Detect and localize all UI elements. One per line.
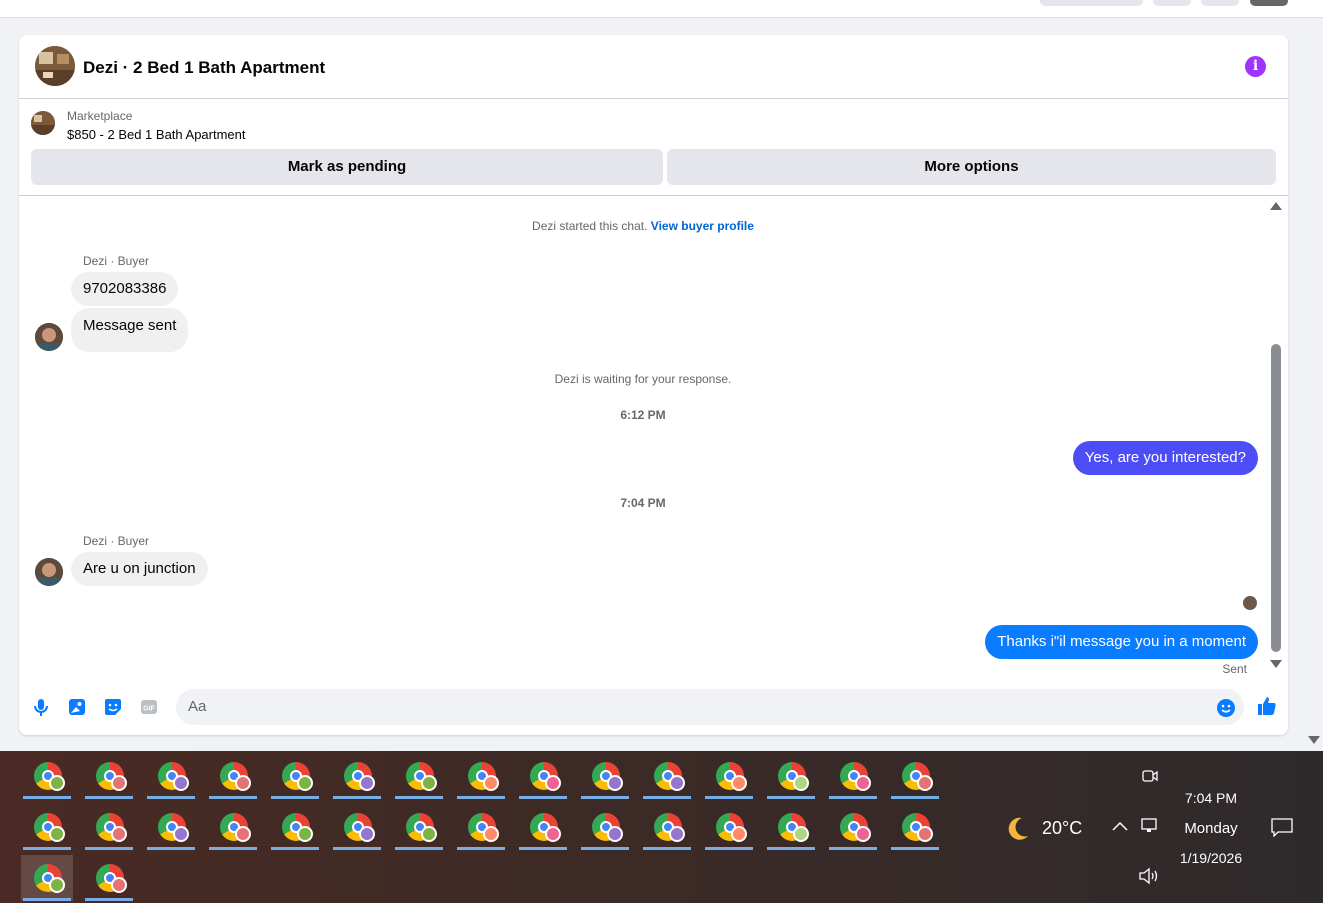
chrome-taskbar-icon[interactable] (21, 804, 73, 850)
microphone-icon[interactable] (31, 697, 51, 717)
network-icon[interactable] (1140, 817, 1160, 835)
notifications-icon[interactable] (1270, 817, 1294, 838)
info-icon[interactable]: i (1245, 56, 1266, 77)
chrome-taskbar-icon[interactable] (145, 804, 197, 850)
composer: GIF Aa (19, 681, 1288, 735)
meet-now-icon[interactable] (1140, 767, 1160, 785)
chrome-taskbar-icon[interactable] (517, 753, 569, 799)
chrome-taskbar-icon[interactable] (21, 753, 73, 799)
clock-day[interactable]: Monday (1170, 820, 1252, 837)
chrome-taskbar-icon[interactable] (889, 753, 941, 799)
sender-label: Dezi · Buyer (83, 254, 150, 268)
chrome-taskbar-icon[interactable] (331, 804, 383, 850)
sticker-icon[interactable] (103, 697, 123, 717)
chat-header: Dezi · 2 Bed 1 Bath Apartment i (19, 35, 1288, 99)
emoji-icon[interactable] (1216, 698, 1236, 718)
chrome-taskbar-icon[interactable] (641, 753, 693, 799)
gif-icon[interactable]: GIF (139, 697, 159, 717)
view-buyer-profile-link[interactable]: View buyer profile (651, 219, 754, 233)
chrome-taskbar-icon[interactable] (83, 753, 135, 799)
timestamp: 7:04 PM (620, 496, 666, 510)
clock-time[interactable]: 7:04 PM (1170, 790, 1252, 806)
chrome-taskbar-icon[interactable] (331, 753, 383, 799)
incoming-message[interactable]: Message sent (71, 308, 189, 352)
chat-window: Dezi · 2 Bed 1 Bath Apartment i Marketpl… (19, 35, 1288, 735)
nav-circle-button[interactable] (1201, 0, 1239, 6)
sent-status: Sent (1222, 662, 1247, 676)
chrome-taskbar-icon[interactable] (703, 753, 755, 799)
chrome-taskbar-icon[interactable] (579, 753, 631, 799)
nav-pill[interactable] (1040, 0, 1143, 6)
scroll-down-icon[interactable] (1270, 660, 1282, 668)
account-avatar[interactable] (1250, 0, 1288, 6)
volume-icon[interactable] (1138, 867, 1160, 885)
chrome-taskbar-icon[interactable] (517, 804, 569, 850)
nav-circle-button[interactable] (1153, 0, 1191, 6)
scroll-up-icon[interactable] (1270, 202, 1282, 210)
incoming-message[interactable]: Are u on junction (71, 552, 208, 586)
chrome-taskbar-icon[interactable] (765, 753, 817, 799)
chrome-taskbar-icon[interactable] (83, 804, 135, 850)
weather-temp[interactable]: 20°C (1042, 818, 1082, 839)
chrome-taskbar-icon[interactable] (455, 804, 507, 850)
message-scrollbar[interactable] (1267, 196, 1288, 676)
moon-weather-icon (1002, 814, 1032, 844)
read-receipt-avatar (1243, 596, 1257, 610)
scrollbar-thumb[interactable] (1271, 344, 1281, 652)
chrome-taskbar-icon[interactable] (765, 804, 817, 850)
message-list: Dezi started this chat. View buyer profi… (19, 196, 1267, 676)
outgoing-message[interactable]: Yes, are you interested? (1072, 441, 1258, 475)
chrome-taskbar-icon[interactable] (269, 804, 321, 850)
chevron-up-icon[interactable] (1112, 819, 1128, 831)
clock-date[interactable]: 1/19/2026 (1170, 850, 1252, 866)
mark-pending-button[interactable]: Mark as pending (31, 149, 663, 185)
chrome-taskbar-icon[interactable] (827, 804, 879, 850)
sender-label: Dezi · Buyer (83, 534, 150, 548)
outgoing-message[interactable]: Thanks i"il message you in a moment (985, 625, 1258, 659)
svg-text:GIF: GIF (143, 706, 155, 713)
more-options-button[interactable]: More options (667, 149, 1276, 185)
chrome-taskbar-icon[interactable] (641, 804, 693, 850)
taskbar: 20°C 7:04 PM Monday 1/19/2026 (0, 751, 1323, 903)
chrome-taskbar-icon[interactable] (393, 804, 445, 850)
listing-avatar[interactable] (35, 46, 75, 86)
chrome-taskbar-icon[interactable] (207, 804, 259, 850)
marketplace-label: Marketplace (67, 109, 133, 123)
page-scroll-down-icon[interactable] (1308, 736, 1320, 744)
listing-panel: Marketplace $850 - 2 Bed 1 Bath Apartmen… (19, 99, 1288, 196)
chrome-taskbar-icon[interactable] (579, 804, 631, 850)
message-input[interactable]: Aa (176, 689, 1244, 725)
listing-title[interactable]: $850 - 2 Bed 1 Bath Apartment (67, 127, 246, 142)
chat-start-notice: Dezi started this chat. View buyer profi… (532, 219, 754, 233)
chrome-taskbar-icon[interactable] (889, 804, 941, 850)
chrome-taskbar-icon[interactable] (145, 753, 197, 799)
listing-thumbnail[interactable] (31, 111, 55, 135)
top-nav-bar (0, 0, 1323, 18)
chrome-taskbar-icon[interactable] (827, 753, 879, 799)
chrome-taskbar-icon[interactable] (455, 753, 507, 799)
chrome-taskbar-icon[interactable] (83, 855, 135, 901)
chrome-taskbar-icon[interactable] (269, 753, 321, 799)
waiting-notice: Dezi is waiting for your response. (554, 372, 732, 386)
buyer-avatar[interactable] (35, 558, 63, 586)
chrome-taskbar-icon[interactable] (703, 804, 755, 850)
image-icon[interactable] (67, 697, 87, 717)
chrome-taskbar-icon[interactable] (393, 753, 445, 799)
chat-title: Dezi · 2 Bed 1 Bath Apartment (83, 58, 326, 77)
incoming-message[interactable]: 9702083386 (71, 272, 179, 306)
chrome-taskbar-icon[interactable] (207, 753, 259, 799)
like-icon[interactable] (1256, 695, 1278, 717)
timestamp: 6:12 PM (620, 408, 666, 422)
buyer-avatar[interactable] (35, 323, 63, 351)
chrome-taskbar-icon[interactable] (21, 855, 73, 901)
